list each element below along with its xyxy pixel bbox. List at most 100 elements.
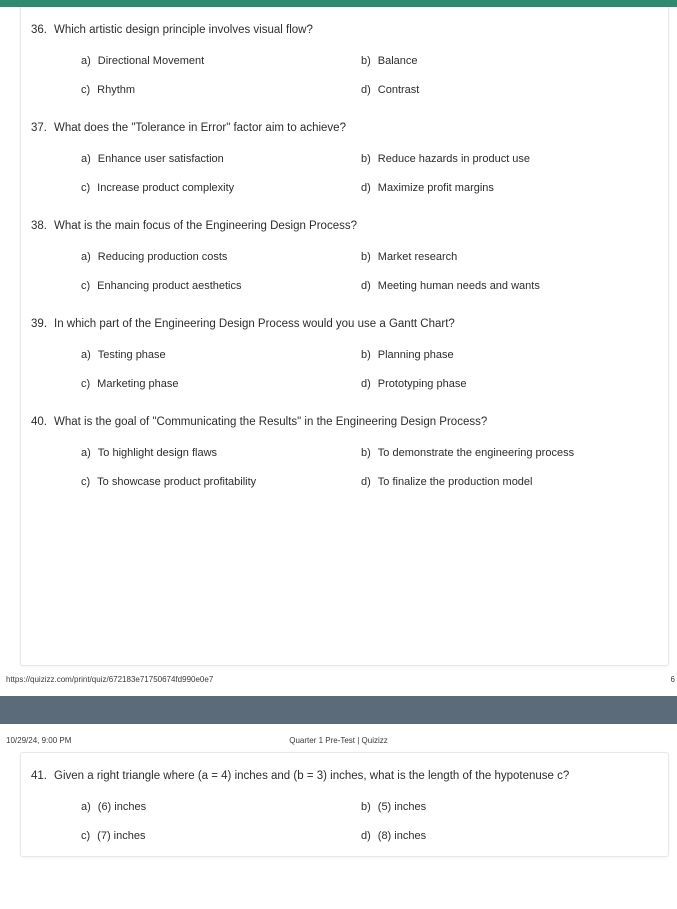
- question-text: What does the "Tolerance in Error" facto…: [54, 122, 346, 134]
- answer-option[interactable]: c) Marketing phase: [81, 377, 361, 392]
- option-text: Contrast: [377, 84, 420, 96]
- page-bottom-space: [0, 857, 677, 904]
- option-letter: a): [81, 801, 91, 813]
- answer-option[interactable]: d) Prototyping phase: [361, 377, 658, 392]
- option-letter: d): [361, 830, 371, 842]
- option-letter: d): [361, 182, 371, 194]
- answer-option[interactable]: d) Maximize profit margins: [361, 181, 658, 196]
- question-block: 39. In which part of the Engineering Desi…: [21, 317, 668, 392]
- option-letter: b): [361, 153, 371, 165]
- option-letter: a): [81, 349, 91, 361]
- answer-option[interactable]: b) Reduce hazards in product use: [361, 152, 658, 167]
- question-text: Which artistic design principle involves…: [54, 24, 313, 36]
- answer-option[interactable]: c) (7) inches: [81, 829, 361, 844]
- option-letter: d): [361, 476, 371, 488]
- option-letter: a): [81, 55, 91, 67]
- answer-option[interactable]: b) Market research: [361, 250, 658, 265]
- document-title: Quarter 1 Pre-Test | Quizizz: [289, 736, 388, 745]
- question-heading: 37. What does the "Tolerance in Error" fa…: [21, 121, 658, 136]
- option-text: Reducing production costs: [97, 251, 228, 263]
- option-letter: c): [81, 182, 91, 194]
- answer-option[interactable]: c) Increase product complexity: [81, 181, 361, 196]
- option-letter: a): [81, 251, 91, 263]
- question-block: 36. Which artistic design principle invol…: [21, 23, 668, 98]
- question-block: 40. What is the goal of "Communicating th…: [21, 415, 668, 490]
- option-text: Prototyping phase: [377, 378, 467, 390]
- answer-option[interactable]: b) (5) inches: [361, 800, 658, 815]
- option-letter: a): [81, 447, 91, 459]
- option-text: Planning phase: [377, 349, 454, 361]
- option-text: To finalize the production model: [377, 476, 533, 488]
- question-block: 38. What is the main focus of the Enginee…: [21, 219, 668, 294]
- answer-option[interactable]: d) Meeting human needs and wants: [361, 279, 658, 294]
- option-letter: b): [361, 447, 371, 459]
- answer-option[interactable]: a) Reducing production costs: [81, 250, 361, 265]
- question-number: 40.: [31, 416, 47, 428]
- question-heading: 41. Given a right triangle where (a = 4) …: [21, 769, 658, 784]
- print-footer: https://quizizz.com/print/quiz/672183e71…: [0, 666, 677, 692]
- question-number: 41.: [31, 770, 47, 782]
- option-letter: b): [361, 55, 371, 67]
- answer-options: a) Testing phase b) Planning phase c) Marketi…: [21, 348, 658, 392]
- question-number: 36.: [31, 24, 47, 36]
- answer-options: a) Directional Movement b) Balance c) Rhythm d…: [21, 54, 658, 98]
- answer-option[interactable]: d) Contrast: [361, 83, 658, 98]
- option-text: Maximize profit margins: [377, 182, 494, 194]
- question-text: What is the goal of "Communicating the R…: [54, 416, 488, 428]
- answer-option[interactable]: a) Enhance user satisfaction: [81, 152, 361, 167]
- answer-option[interactable]: d) (8) inches: [361, 829, 658, 844]
- answer-options: a) To highlight design flaws b) To demonstr…: [21, 446, 658, 490]
- print-url: https://quizizz.com/print/quiz/672183e71…: [6, 675, 214, 684]
- option-text: Enhance user satisfaction: [97, 153, 224, 165]
- question-list-page-one: 36. Which artistic design principle invol…: [21, 7, 668, 490]
- answer-option[interactable]: b) To demonstrate the engineering process: [361, 446, 658, 461]
- question-list-page-two: 41. Given a right triangle where (a = 4) …: [21, 753, 668, 844]
- option-letter: d): [361, 378, 371, 390]
- option-letter: b): [361, 349, 371, 361]
- question-text: Given a right triangle where (a = 4) inc…: [54, 770, 570, 782]
- answer-options: a) Enhance user satisfaction b) Reduce haza…: [21, 152, 658, 196]
- option-letter: c): [81, 280, 91, 292]
- question-heading: 40. What is the goal of "Communicating th…: [21, 415, 658, 430]
- answer-option[interactable]: a) Directional Movement: [81, 54, 361, 69]
- option-text: Enhancing product aesthetics: [97, 280, 242, 292]
- option-letter: c): [81, 84, 91, 96]
- top-accent-bar: [0, 0, 677, 7]
- option-text: Rhythm: [97, 84, 136, 96]
- option-text: Marketing phase: [97, 378, 179, 390]
- question-number: 39.: [31, 318, 47, 330]
- option-text: (6) inches: [97, 801, 147, 813]
- quiz-page-one: 36. Which artistic design principle invol…: [20, 7, 669, 666]
- quiz-page-two: 41. Given a right triangle where (a = 4) …: [20, 752, 669, 857]
- option-letter: a): [81, 153, 91, 165]
- answer-option[interactable]: c) Rhythm: [81, 83, 361, 98]
- option-text: Market research: [377, 251, 458, 263]
- option-text: Balance: [377, 55, 418, 67]
- option-letter: b): [361, 251, 371, 263]
- question-heading: 39. In which part of the Engineering Desi…: [21, 317, 658, 332]
- option-text: Reduce hazards in product use: [377, 153, 531, 165]
- option-text: (5) inches: [377, 801, 427, 813]
- answer-option[interactable]: c) Enhancing product aesthetics: [81, 279, 361, 294]
- answer-option[interactable]: b) Planning phase: [361, 348, 658, 363]
- page-number: 6: [670, 675, 675, 684]
- question-heading: 36. Which artistic design principle invol…: [21, 23, 658, 38]
- answer-option[interactable]: c) To showcase product profitability: [81, 475, 361, 490]
- option-letter: c): [81, 378, 91, 390]
- question-heading: 38. What is the main focus of the Enginee…: [21, 219, 658, 234]
- print-header: 10/29/24, 9:00 PM Quarter 1 Pre-Test | Q…: [0, 730, 677, 752]
- answer-options: a) (6) inches b) (5) inches c) (7) inches d) (8…: [21, 800, 658, 844]
- answer-option[interactable]: b) Balance: [361, 54, 658, 69]
- option-text: (7) inches: [97, 830, 146, 842]
- answer-option[interactable]: a) (6) inches: [81, 800, 361, 815]
- option-letter: d): [361, 84, 371, 96]
- answer-option[interactable]: d) To finalize the production model: [361, 475, 658, 490]
- option-letter: c): [81, 830, 91, 842]
- page-divider-band: [0, 696, 677, 724]
- answer-option[interactable]: a) Testing phase: [81, 348, 361, 363]
- answer-options: a) Reducing production costs b) Market rese…: [21, 250, 658, 294]
- option-text: Increase product complexity: [97, 182, 235, 194]
- question-text: In which part of the Engineering Design …: [54, 318, 455, 330]
- option-text: To demonstrate the engineering process: [377, 447, 575, 459]
- answer-option[interactable]: a) To highlight design flaws: [81, 446, 361, 461]
